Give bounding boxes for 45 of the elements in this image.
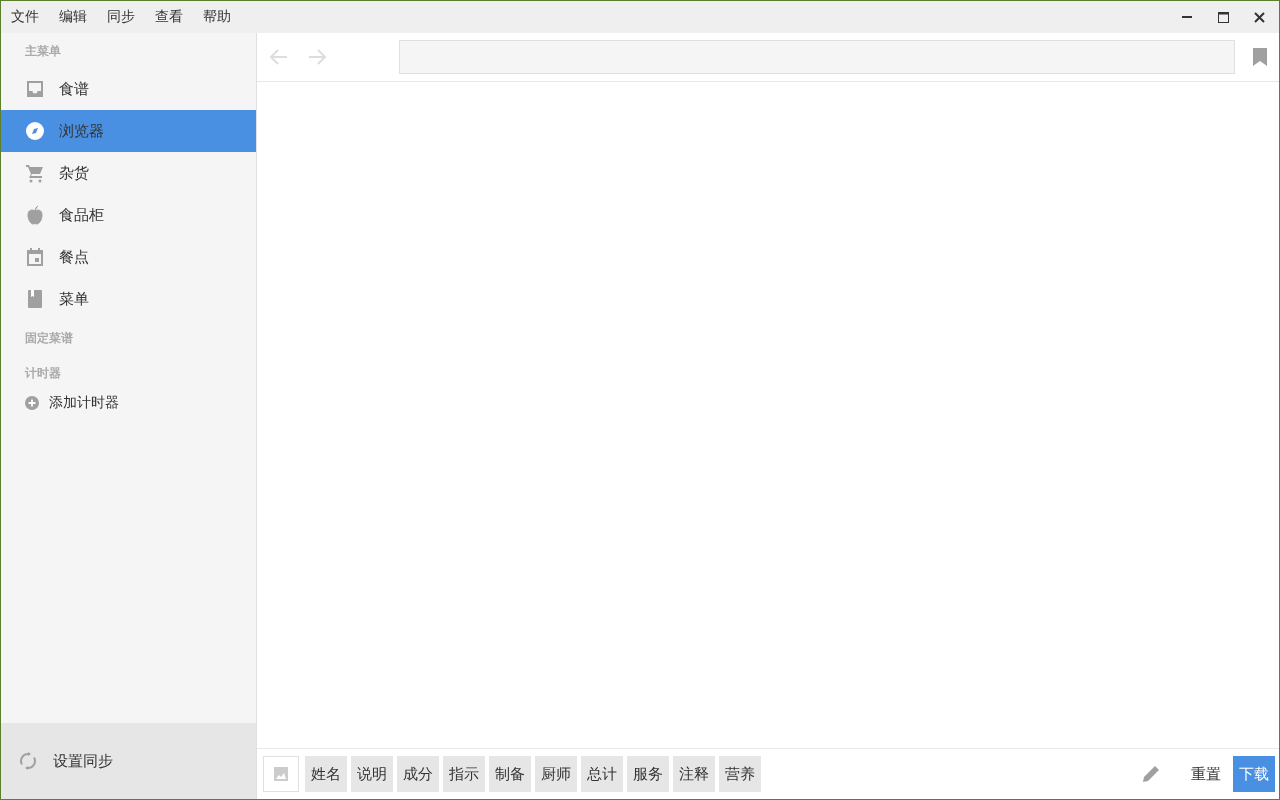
sidebar-item[interactable]: 杂货 [1,152,256,194]
menu-item[interactable]: 编辑 [53,8,93,26]
address-field[interactable] [399,40,1235,74]
close-icon [1253,11,1265,23]
minimize-icon [1182,16,1192,18]
inbox-icon [25,79,45,99]
calendar-icon [25,247,45,267]
apple-icon [25,205,45,225]
back-button[interactable] [269,47,289,67]
image-icon [274,767,288,781]
sidebar-item[interactable]: 餐点 [1,236,256,278]
plus-circle-icon [25,396,39,410]
menu-item[interactable]: 查看 [149,8,189,26]
sidebar-item[interactable]: 食谱 [1,68,256,110]
sidebar-item[interactable]: 食品柜 [1,194,256,236]
cart-icon [25,163,45,183]
tag-button[interactable]: 注释 [673,756,715,792]
tag-button[interactable]: 指示 [443,756,485,792]
bookmark-button[interactable] [1253,48,1267,66]
tag-button[interactable]: 总计 [581,756,623,792]
menu-item[interactable]: 文件 [5,8,45,26]
tag-button[interactable]: 服务 [627,756,669,792]
compass-icon [25,121,45,141]
book-icon [25,289,45,309]
section-title: 计时器 [23,365,62,382]
tag-button[interactable]: 制备 [489,756,531,792]
section-title: 主菜单 [24,43,62,60]
sidebar-item[interactable]: 浏览器 [1,110,256,152]
sync-icon [19,752,37,770]
tag-button[interactable]: 说明 [351,756,393,792]
tag-button[interactable]: 成分 [397,756,439,792]
tag-button[interactable]: 厨师 [535,756,577,792]
reset-button[interactable]: 重置 [1183,764,1229,784]
menu-item[interactable]: 同步 [101,8,141,26]
tag-button[interactable]: 姓名 [305,756,347,792]
forward-button[interactable] [307,47,327,67]
menu-item[interactable]: 帮助 [197,8,237,26]
sidebar-item[interactable]: 菜单 [1,278,256,320]
sync-settings-button[interactable]: 设置同步 [1,723,256,799]
image-button[interactable] [263,756,299,792]
section-title: 固定菜谱 [24,330,74,347]
maximize-icon [1217,11,1229,23]
add-timer-link[interactable]: 添加计时器 [1,390,256,416]
tag-button[interactable]: 营养 [719,756,761,792]
edit-button[interactable] [1141,764,1161,784]
